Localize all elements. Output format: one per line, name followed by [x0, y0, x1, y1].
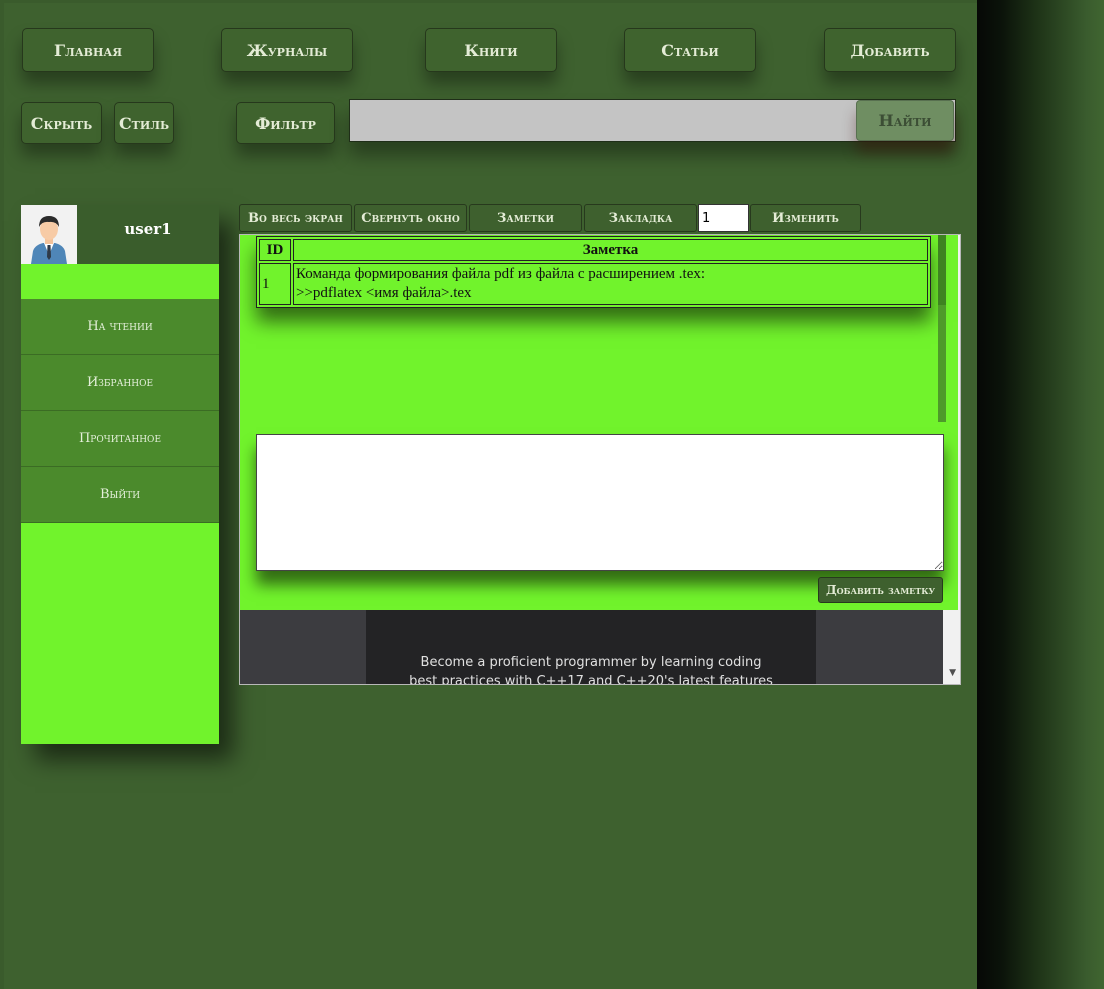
- bookmark-button[interactable]: Закладка: [584, 204, 697, 232]
- pdf-page-text: Become a proficient programmer by learni…: [366, 653, 816, 685]
- hide-button[interactable]: Скрыть: [21, 102, 102, 144]
- nav-home-button[interactable]: Главная: [22, 28, 154, 72]
- pdf-text-line: Become a proficient programmer by learni…: [420, 655, 762, 670]
- nav-articles-button[interactable]: Статьи: [624, 28, 756, 72]
- sidebar-item-reading[interactable]: На чтении: [21, 299, 219, 355]
- note-text-line: Команда формирования файла pdf из файла …: [296, 266, 706, 282]
- sidebar-item-logout[interactable]: Выйти: [21, 467, 219, 523]
- fullscreen-button[interactable]: Во весь экран: [239, 204, 352, 232]
- user-avatar-icon: [21, 205, 77, 264]
- note-id-cell: 1: [259, 263, 291, 305]
- add-note-button[interactable]: Добавить заметку: [818, 577, 943, 603]
- search-input[interactable]: [350, 100, 855, 141]
- notes-table-container: ID Заметка 1 Команда формирования файла …: [256, 235, 942, 422]
- user-profile: user1: [21, 205, 219, 264]
- new-note-textarea[interactable]: [256, 434, 944, 571]
- notes-button[interactable]: Заметки: [469, 204, 582, 232]
- nav-journals-button[interactable]: Журналы: [221, 28, 353, 72]
- scroll-down-arrow-icon[interactable]: ▼: [949, 668, 956, 678]
- window-edge-shadow: [977, 0, 1104, 989]
- filter-button[interactable]: Фильтр: [236, 102, 335, 144]
- nav-add-button[interactable]: Добавить: [824, 28, 956, 72]
- notes-panel: ID Заметка 1 Команда формирования файла …: [240, 235, 958, 610]
- change-button[interactable]: Изменить: [750, 204, 861, 232]
- column-header-id: ID: [259, 239, 291, 261]
- page-number-input[interactable]: [698, 204, 749, 232]
- document-viewer[interactable]: Become a proficient programmer by learni…: [239, 234, 961, 685]
- sidebar: user1 На чтении Избранное Прочитанное Вы…: [21, 205, 219, 744]
- table-header-row: ID Заметка: [259, 239, 928, 261]
- sidebar-item-favorites[interactable]: Избранное: [21, 355, 219, 411]
- minimize-window-button[interactable]: Свернуть окно: [354, 204, 467, 232]
- username: user1: [124, 220, 172, 238]
- nav-books-button[interactable]: Книги: [425, 28, 557, 72]
- notes-scrollbar-thumb[interactable]: [938, 235, 946, 305]
- table-row[interactable]: 1 Команда формирования файла pdf из файл…: [259, 263, 928, 305]
- note-text-line: >>pdflatex <имя файла>.tex: [296, 285, 472, 301]
- pdf-text-line: best practices with C++17 and C++20's la…: [409, 674, 773, 685]
- sidebar-item-read[interactable]: Прочитанное: [21, 411, 219, 467]
- search-button[interactable]: Найти: [856, 100, 954, 141]
- notes-scrollbar[interactable]: [938, 235, 946, 422]
- column-header-note: Заметка: [293, 239, 928, 261]
- notes-table: ID Заметка 1 Команда формирования файла …: [256, 236, 931, 308]
- note-text-cell: Команда формирования файла pdf из файла …: [293, 263, 928, 305]
- style-button[interactable]: Стиль: [114, 102, 174, 144]
